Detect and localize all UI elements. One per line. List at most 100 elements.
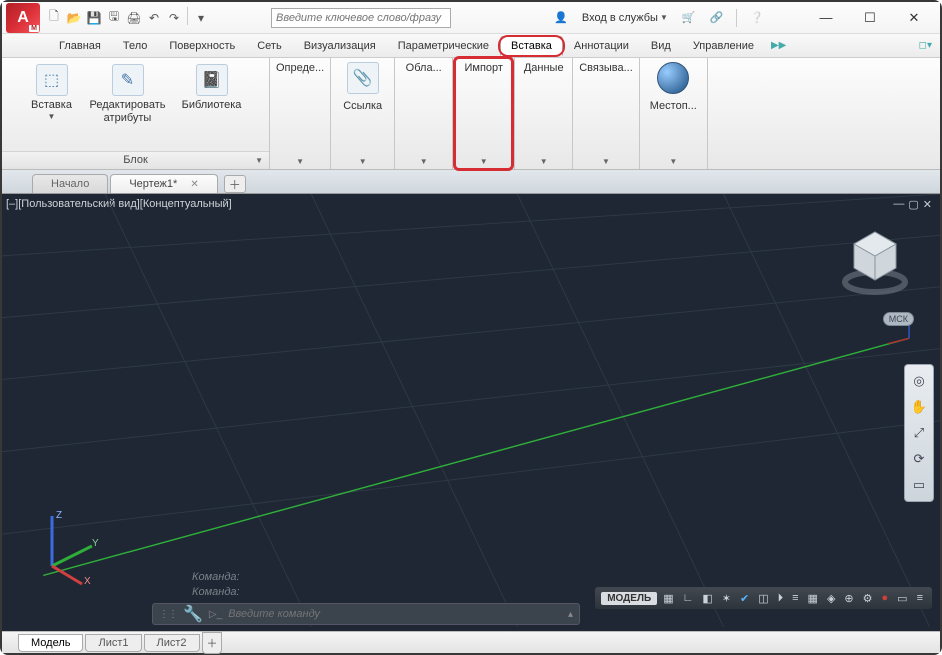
qat-saveas-icon[interactable]: 🖫 [104, 7, 124, 29]
panel-reference[interactable]: 📎 Ссылка ▼ [331, 58, 395, 169]
status-transparency-icon[interactable]: ▦ [805, 592, 821, 605]
insert-block-icon: ⬚ [36, 64, 68, 96]
separator [736, 9, 737, 27]
command-expand-icon[interactable]: ▴ [568, 609, 573, 620]
chevron-down-icon: ▼ [48, 112, 56, 121]
tab-insert[interactable]: Вставка [500, 36, 563, 56]
status-grid-icon[interactable]: ▦ [660, 592, 676, 605]
layout-tab-add[interactable]: ＋ [202, 632, 222, 654]
status-menu-icon[interactable]: ≡ [914, 592, 926, 604]
qat-undo-icon[interactable]: ↶ [144, 7, 164, 29]
panel-cloud[interactable]: Обла... ▼ [395, 58, 453, 169]
panel-block: ⬚ Вставка ▼ ✎ Редактировать атрибуты 📓 Б… [2, 58, 270, 169]
status-cycling-icon[interactable]: ◈ [824, 592, 838, 605]
drawing-canvas[interactable]: [–][Пользовательский вид][Концептуальный… [2, 194, 940, 631]
status-dyn-icon[interactable]: ⏵ [775, 592, 787, 605]
nav-wheel-icon[interactable]: ◎ [909, 371, 929, 391]
insert-block-button[interactable]: ⬚ Вставка ▼ [22, 62, 82, 121]
doctab-start[interactable]: Начало [32, 174, 108, 193]
close-button[interactable]: ✕ [892, 4, 936, 32]
wcs-badge[interactable]: МСК [883, 312, 914, 326]
status-bar: МОДЕЛЬ ▦ ∟ ◧ ✶ ✔ ◫ ⏵ ≡ ▦ ◈ ⊕ ⚙ ● ▭ ≡ [595, 587, 932, 609]
chevron-down-icon: ▼ [660, 13, 668, 22]
edit-attrs-label2: атрибуты [104, 112, 152, 125]
tab-mesh[interactable]: Сеть [246, 36, 292, 56]
login-button[interactable]: Вход в службы ▼ [578, 10, 672, 26]
tab-body[interactable]: Тело [112, 36, 159, 56]
tab-view[interactable]: Вид [640, 36, 682, 56]
help-icon[interactable]: ❔ [746, 9, 768, 26]
status-workspace-icon[interactable]: ⚙ [860, 592, 876, 605]
tab-parametric[interactable]: Параметрические [387, 36, 500, 56]
status-isolate-icon[interactable]: ● [879, 592, 892, 604]
layout-tab-model[interactable]: Модель [18, 634, 83, 652]
ribbon-tabs: Главная Тело Поверхность Сеть Визуализац… [2, 34, 940, 58]
status-model-button[interactable]: МОДЕЛЬ [601, 592, 657, 605]
qat-redo-icon[interactable]: ↷ [164, 7, 184, 29]
status-polar-icon[interactable]: ✶ [719, 592, 734, 605]
new-tab-button[interactable]: ＋ [224, 175, 246, 193]
tab-visualize[interactable]: Визуализация [293, 36, 387, 56]
status-annomonitor-icon[interactable]: ⊕ [841, 592, 856, 605]
panel-link[interactable]: Связыва... ▼ [573, 58, 640, 169]
command-history-line: Команда: [192, 570, 240, 584]
qat-open-icon[interactable]: 📂 [64, 7, 84, 29]
layout-tab-sheet2[interactable]: Лист2 [144, 634, 200, 652]
status-3dosnap-icon[interactable]: ◫ [755, 592, 771, 605]
svg-text:Y: Y [92, 538, 99, 549]
command-line[interactable]: ⋮⋮ 🔧 ▷_ ▴ [152, 603, 580, 625]
edit-attributes-button[interactable]: ✎ Редактировать атрибуты [84, 62, 172, 124]
panel-reference-label: Ссылка [343, 100, 382, 112]
chevron-down-icon: ▼ [669, 157, 677, 169]
maximize-button[interactable]: ☐ [848, 4, 892, 32]
status-lwt-icon[interactable]: ≡ [789, 592, 801, 604]
minimize-button[interactable]: — [804, 4, 848, 32]
tab-surface[interactable]: Поверхность [158, 36, 246, 56]
nav-orbit-icon[interactable]: ⟳ [909, 449, 929, 469]
tabs-overflow-icon[interactable]: ▶▶ [771, 40, 786, 51]
panel-location[interactable]: Местоп... ▼ [640, 58, 708, 169]
qat-print-icon[interactable]: 🖨 [124, 7, 144, 29]
search-input[interactable] [271, 8, 451, 28]
library-button[interactable]: 📓 Библиотека [174, 62, 250, 112]
autodesk-app-icon[interactable]: 🔗 [706, 9, 728, 26]
panel-location-label: Местоп... [650, 100, 697, 112]
ribbon-collapse-icon[interactable]: ◻▾ [919, 40, 932, 51]
nav-showmotion-icon[interactable]: ▭ [909, 475, 929, 495]
tab-annotate[interactable]: Аннотации [563, 36, 640, 56]
nav-zoom-icon[interactable]: ⤢ [909, 423, 929, 443]
grip-icon[interactable]: ⋮⋮ [159, 609, 177, 620]
doctab-drawing1[interactable]: Чертеж1* ✕ [110, 174, 217, 193]
status-cleanscreen-icon[interactable]: ▭ [894, 592, 910, 605]
app-menu-button[interactable]: A [6, 3, 40, 33]
status-osnap-icon[interactable]: ✔ [737, 592, 752, 605]
panel-define[interactable]: Опреде... ▼ [270, 58, 331, 169]
ribbon: ⬚ Вставка ▼ ✎ Редактировать атрибуты 📓 Б… [2, 58, 940, 170]
tab-home[interactable]: Главная [48, 36, 112, 56]
qat-save-icon[interactable]: 💾 [84, 7, 104, 29]
tab-manage[interactable]: Управление [682, 36, 765, 56]
exchange-icon[interactable]: 🛒 [678, 9, 700, 26]
qat-new-icon[interactable]: 🗋 [44, 7, 64, 29]
edit-attributes-icon: ✎ [112, 64, 144, 96]
chevron-down-icon: ▼ [359, 157, 367, 169]
reference-icon: 📎 [347, 62, 379, 94]
viewcube[interactable] [838, 224, 912, 298]
layout-tab-sheet1[interactable]: Лист1 [85, 634, 141, 652]
panel-import[interactable]: Импорт ▼ [453, 58, 515, 169]
qat-more-icon[interactable]: ▾ [191, 7, 211, 29]
qat-separator [187, 7, 188, 25]
chevron-down-icon: ▼ [296, 157, 304, 169]
command-history: Команда: Команда: [192, 570, 240, 599]
panel-block-title[interactable]: Блок▼ [2, 151, 269, 169]
customize-icon[interactable]: 🔧 [183, 604, 203, 624]
status-snap-icon[interactable]: ∟ [680, 592, 697, 604]
command-input[interactable] [228, 608, 562, 620]
nav-pan-icon[interactable]: ✋ [909, 397, 929, 417]
status-ortho-icon[interactable]: ◧ [699, 592, 715, 605]
panel-data[interactable]: Данные ▼ [515, 58, 573, 169]
user-icon[interactable]: 👤 [550, 9, 572, 26]
close-tab-icon[interactable]: ✕ [190, 179, 198, 190]
chevron-down-icon: ▼ [602, 157, 610, 169]
panel-data-label: Данные [524, 62, 564, 74]
